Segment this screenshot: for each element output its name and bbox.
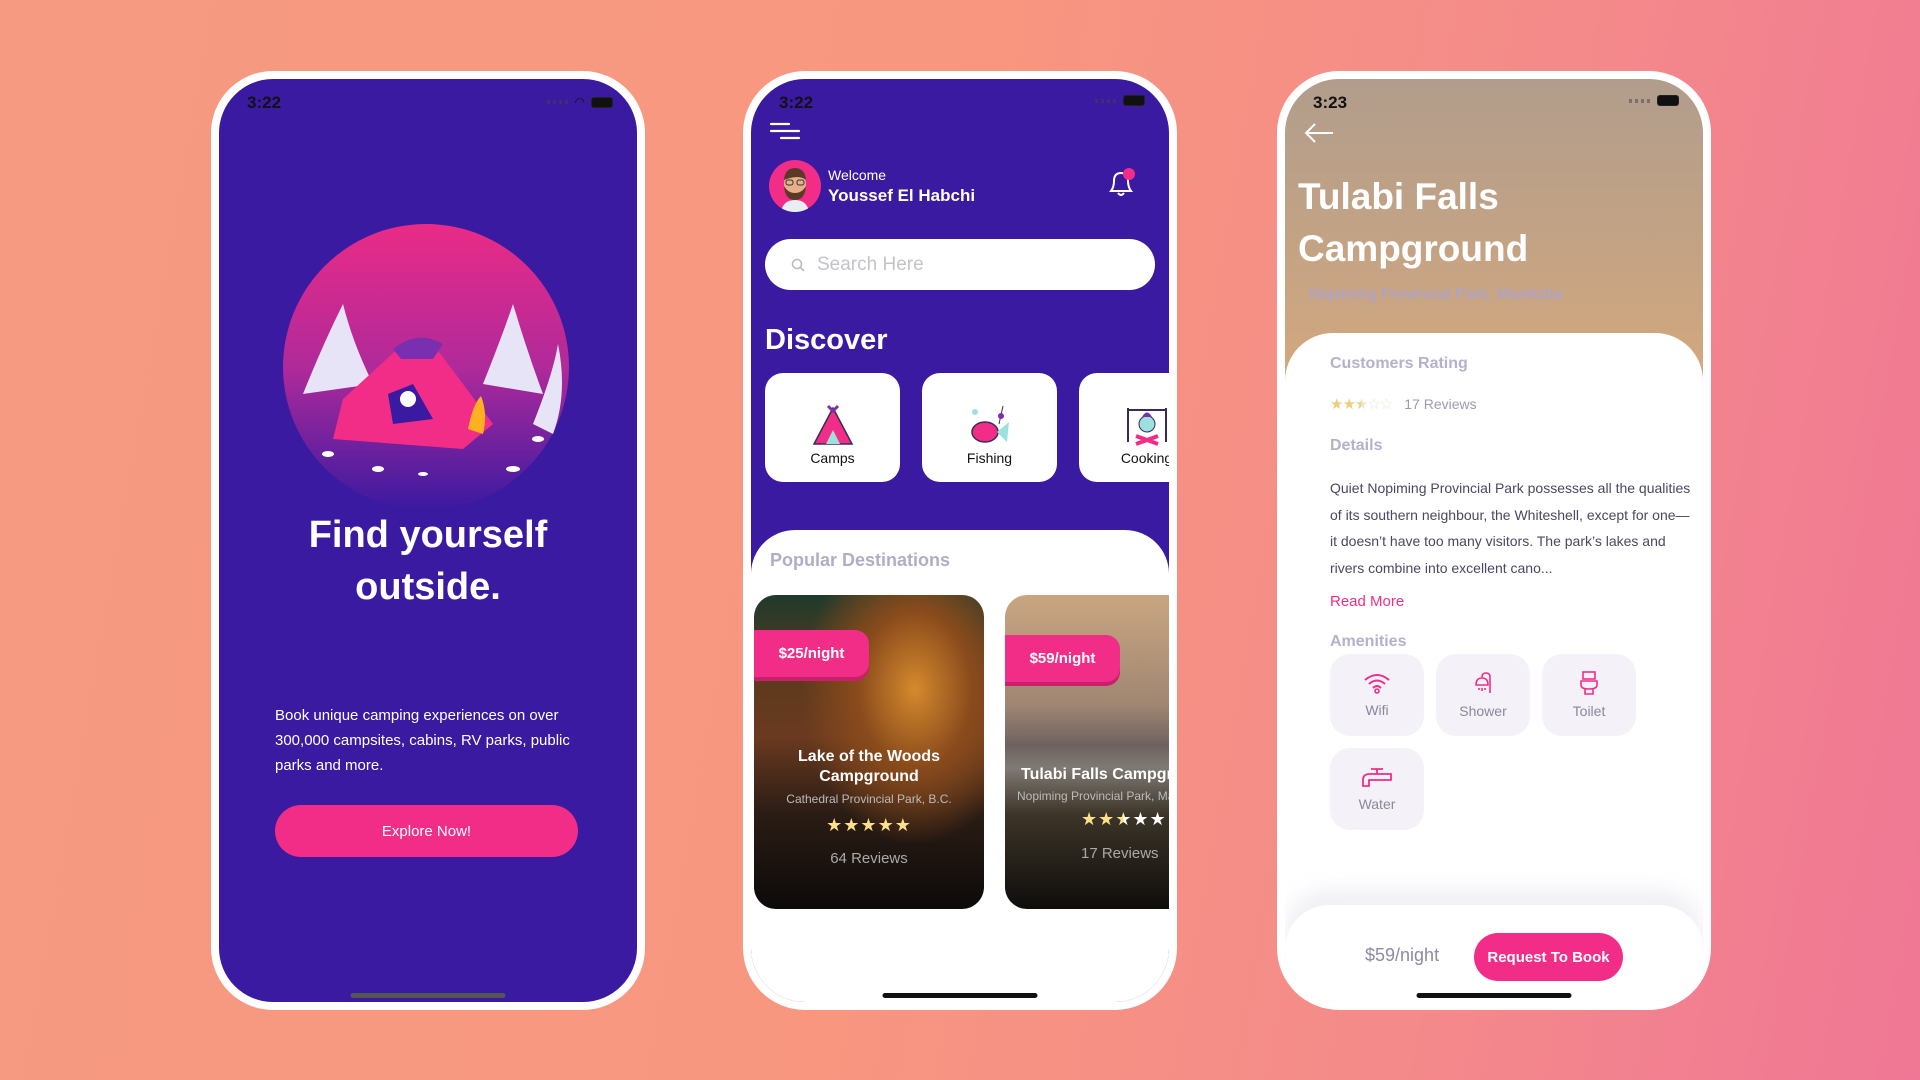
welcome-label: Welcome	[828, 167, 887, 183]
rating-stars: ★★★★★	[826, 815, 912, 835]
status-icons: ◠	[546, 95, 613, 109]
price-per-night: $59/night	[1365, 945, 1440, 965]
amenity-label: Shower	[1459, 703, 1507, 719]
destination-name: Lake of the Woods Campground	[798, 748, 940, 785]
title-line-2: Campground	[1298, 228, 1529, 269]
rating-row: ★★★☆☆ 17 Reviews	[1330, 395, 1477, 413]
amenity-label: Toilet	[1572, 703, 1606, 719]
wifi-status-icon: ◠	[574, 95, 585, 109]
destination-card[interactable]: $25/night Lake of the Woods Campground C…	[754, 595, 984, 909]
category-cooking[interactable]: Cooking	[1079, 373, 1169, 482]
amenity-wifi: Wifi	[1330, 654, 1424, 736]
shower-icon	[1475, 672, 1491, 693]
rating-stars: ★★★☆☆	[1330, 396, 1393, 413]
detail-sheet: Customers Rating ★★★☆☆ 17 Reviews Detail…	[1285, 333, 1703, 1002]
campground-title: Tulabi Falls Campground	[1298, 171, 1528, 275]
avatar-face-icon	[781, 168, 809, 212]
review-count: 64 Reviews	[830, 850, 908, 867]
battery-icon	[591, 96, 613, 108]
camping-illustration	[283, 224, 569, 510]
title-line-1: Find yourself	[308, 514, 548, 556]
campground-location: Nopiming Provincial Park, Manitoba	[1309, 286, 1563, 303]
category-fishing[interactable]: Fishing	[922, 373, 1057, 482]
discover-title: Discover	[765, 324, 888, 356]
review-count: 17 Reviews	[1081, 845, 1159, 862]
destination-location: Nopiming Provincial Park, Manitoba	[1017, 789, 1169, 803]
signal-icon	[546, 100, 569, 104]
detail-screen: 3:23 Tulabi Falls Campground Nopiming Pro…	[1285, 79, 1703, 1002]
price-tag: $59/night	[1005, 635, 1120, 682]
popular-destinations-sheet: Popular Destinations $25/night Lake of t…	[751, 530, 1169, 1002]
user-name: Youssef El Habchi	[828, 186, 976, 205]
home-phone: 3:22 Welcome Youssef El Habchi Discover …	[743, 71, 1177, 1010]
details-text: Quiet Nopiming Provincial Park possesses…	[1330, 480, 1691, 576]
category-label: Cooking	[1120, 450, 1169, 466]
status-icons	[1629, 95, 1679, 106]
home-screen: 3:22 Welcome Youssef El Habchi Discover …	[751, 79, 1169, 1002]
onboarding-description: Book unique camping experiences on over …	[275, 707, 570, 774]
onboarding-title: Find yourself outside.	[219, 509, 637, 613]
status-time: 3:23	[1313, 93, 1348, 112]
review-count: 17 Reviews	[1404, 396, 1477, 412]
search-icon	[791, 258, 805, 272]
destination-location: Cathedral Provincial Park, B.C.	[786, 792, 952, 806]
water-tap-icon	[1362, 768, 1392, 787]
category-camps[interactable]: Camps	[765, 373, 900, 482]
cooking-pot-icon	[1126, 408, 1167, 446]
title-line-2: outside.	[355, 566, 501, 608]
request-to-book-button[interactable]: Request To Book	[1474, 933, 1623, 981]
status-time: 3:22	[779, 93, 814, 112]
battery-icon	[1657, 95, 1679, 106]
status-icons	[1095, 95, 1145, 106]
amenities-heading: Amenities	[1330, 633, 1407, 650]
menu-icon[interactable]	[769, 122, 801, 140]
search-input[interactable]	[817, 253, 1117, 276]
home-indicator[interactable]	[882, 993, 1038, 998]
status-time: 3:22	[247, 93, 282, 112]
fish-icon	[970, 405, 1009, 443]
amenity-water: Water	[1330, 748, 1424, 830]
amenity-shower: Shower	[1436, 654, 1530, 736]
tent-illustration	[303, 304, 562, 476]
price-tag: $25/night	[754, 630, 869, 677]
search-bar[interactable]	[765, 239, 1155, 290]
popular-destinations-title: Popular Destinations	[770, 550, 951, 570]
detail-phone: 3:23 Tulabi Falls Campground Nopiming Pro…	[1277, 71, 1711, 1010]
home-indicator[interactable]	[1416, 993, 1572, 998]
title-line-1: Tulabi Falls	[1298, 176, 1499, 217]
booking-bar: $59/night Request To Book	[1285, 905, 1703, 1002]
category-label: Fishing	[966, 450, 1013, 466]
avatar[interactable]	[769, 160, 821, 212]
signal-icon	[1629, 98, 1651, 103]
amenity-label: Wifi	[1365, 702, 1389, 718]
battery-icon	[1123, 95, 1145, 106]
explore-now-button[interactable]: Explore Now!	[275, 805, 578, 857]
toilet-icon	[1580, 671, 1598, 695]
destination-card[interactable]: $59/night Tulabi Falls Campground Nopimi…	[1005, 595, 1169, 909]
category-label: Camps	[810, 450, 855, 466]
rating-stars: ★★★★★	[1081, 809, 1167, 829]
wifi-icon	[1364, 674, 1390, 694]
amenity-label: Water	[1358, 796, 1396, 812]
onboarding-screen: 3:22 ◠ Find yourself outside. Book unique…	[219, 79, 637, 1002]
details-heading: Details	[1330, 437, 1383, 454]
signal-icon	[1095, 98, 1117, 103]
destination-name: Tulabi Falls Campground	[1021, 766, 1169, 783]
rating-heading: Customers Rating	[1330, 355, 1468, 372]
tent-icon	[812, 404, 853, 445]
notification-bell-icon[interactable]	[1103, 165, 1139, 201]
onboarding-phone: 3:22 ◠ Find yourself outside. Book unique…	[211, 71, 645, 1010]
amenity-toilet: Toilet	[1542, 654, 1636, 736]
read-more-link[interactable]: Read More	[1330, 593, 1404, 610]
home-indicator[interactable]	[350, 993, 506, 998]
back-arrow-icon[interactable]	[1303, 121, 1335, 145]
